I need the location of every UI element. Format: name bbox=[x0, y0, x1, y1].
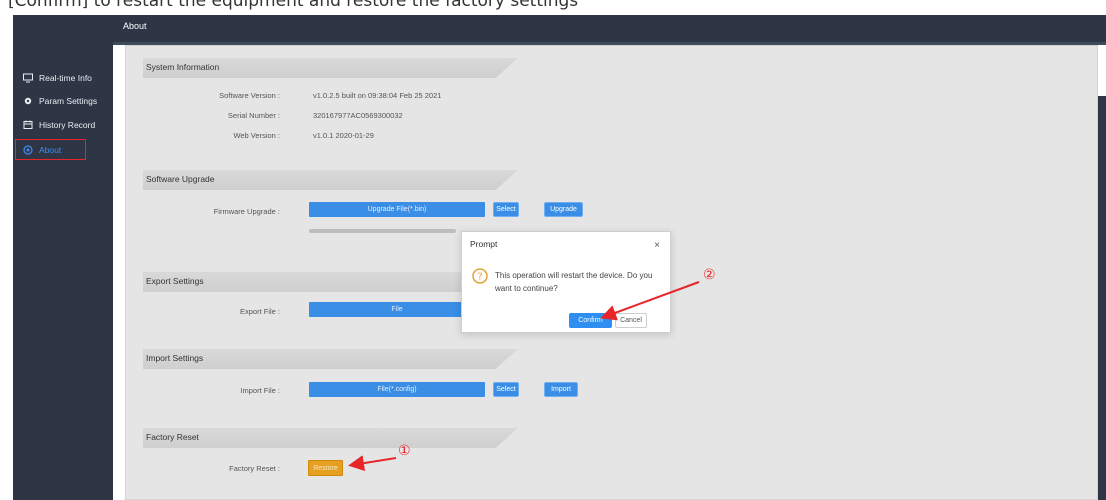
section-title: Software Upgrade bbox=[146, 174, 215, 184]
import-file-label: Import File : bbox=[240, 386, 280, 395]
import-button[interactable]: Import bbox=[544, 382, 578, 397]
instruction-caption: [Confirm] to restart the equipment and r… bbox=[8, 0, 579, 11]
page-title: About bbox=[123, 21, 147, 31]
gear-icon bbox=[23, 96, 33, 106]
active-item-highlight-box bbox=[15, 139, 86, 160]
monitor-icon bbox=[23, 73, 33, 83]
sidebar-item-history-record[interactable]: History Record bbox=[13, 114, 113, 136]
step2-marker: ② bbox=[703, 267, 716, 283]
dialog-title: Prompt bbox=[470, 239, 498, 249]
import-select-button[interactable]: Select bbox=[493, 382, 519, 397]
svg-text:?: ? bbox=[477, 272, 482, 283]
step1-marker: ① bbox=[398, 443, 411, 459]
sidebar-item-realtime-info[interactable]: Real-time Info bbox=[13, 67, 113, 89]
section-header-factory-reset: Factory Reset bbox=[143, 428, 518, 448]
export-file-button[interactable]: File bbox=[309, 302, 485, 317]
section-header-import-settings: Import Settings bbox=[143, 349, 518, 369]
cancel-button[interactable]: Cancel bbox=[615, 313, 647, 328]
right-gutter bbox=[1098, 96, 1106, 500]
sidebar: Real-time Info Param Settings History Re… bbox=[13, 15, 113, 500]
upgrade-button[interactable]: Upgrade bbox=[544, 202, 583, 217]
section-header-software-upgrade: Software Upgrade bbox=[143, 170, 518, 190]
firmware-upgrade-label: Firmware Upgrade : bbox=[213, 207, 280, 216]
import-file-field[interactable]: File(*.config) bbox=[309, 382, 485, 397]
factory-reset-label: Factory Reset : bbox=[229, 464, 280, 473]
section-title: Factory Reset bbox=[146, 432, 199, 442]
close-icon[interactable]: × bbox=[654, 240, 660, 251]
web-version-label: Web Version : bbox=[233, 131, 280, 140]
sidebar-item-param-settings[interactable]: Param Settings bbox=[13, 90, 113, 112]
software-version-label: Software Version : bbox=[219, 91, 280, 100]
section-title: System Information bbox=[146, 62, 220, 72]
export-file-label: Export File : bbox=[239, 307, 280, 316]
prompt-dialog: Prompt × ? This operation will restart t… bbox=[461, 231, 671, 333]
serial-number-label: Serial Number : bbox=[227, 111, 280, 120]
history-icon bbox=[23, 120, 33, 130]
section-header-system-information: System Information bbox=[143, 58, 518, 78]
upgrade-select-button[interactable]: Select bbox=[493, 202, 519, 217]
sidebar-item-label: Real-time Info bbox=[39, 73, 92, 83]
sidebar-item-label: History Record bbox=[39, 120, 96, 130]
sidebar-item-label: Param Settings bbox=[39, 96, 98, 106]
section-title: Export Settings bbox=[146, 276, 204, 286]
confirm-button[interactable]: Confirm bbox=[569, 313, 612, 328]
dialog-message: This operation will restart the device. … bbox=[495, 271, 653, 293]
warning-question-icon: ? bbox=[472, 268, 488, 284]
top-header: About bbox=[113, 15, 1106, 42]
upgrade-progress-bar bbox=[309, 229, 456, 233]
upgrade-file-field[interactable]: Upgrade File(*.bin) bbox=[309, 202, 485, 217]
restore-button[interactable]: Restore bbox=[308, 460, 343, 476]
software-version-value: v1.0.2.5 built on 09:38:04 Feb 25 2021 bbox=[313, 91, 442, 100]
serial-number-value: 320167977AC0569300032 bbox=[313, 111, 403, 120]
web-version-value: v1.0.1 2020-01-29 bbox=[313, 131, 374, 140]
section-title: Import Settings bbox=[146, 353, 204, 363]
